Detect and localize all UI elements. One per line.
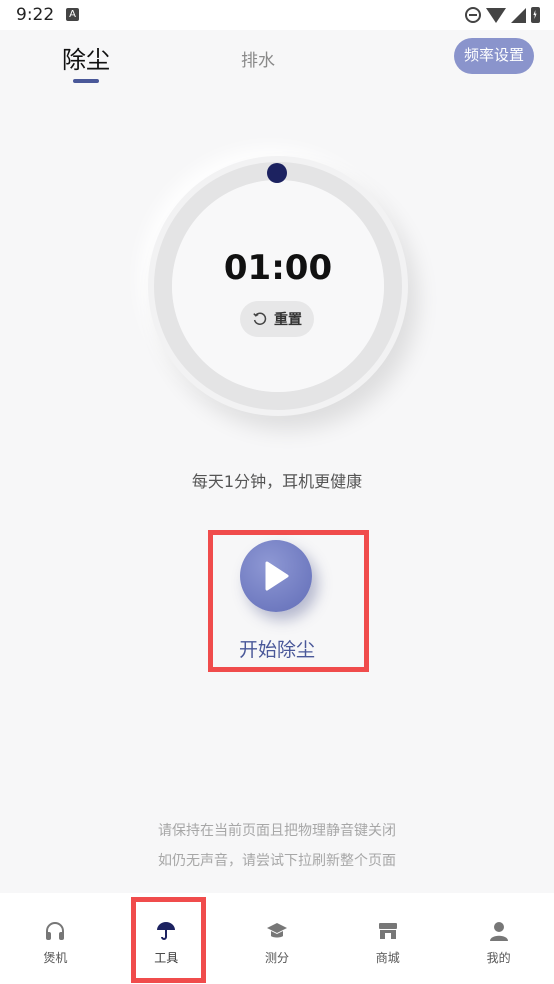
signal-icon — [511, 7, 526, 23]
nav-item-me[interactable]: 我的 — [443, 893, 554, 984]
nav-item-burn-in[interactable]: 煲机 — [0, 893, 111, 984]
hint-line-2: 如仍无声音，请尝试下拉刷新整个页面 — [158, 853, 396, 869]
status-icons — [465, 6, 540, 24]
status-time: 9:22 — [16, 5, 55, 25]
do-not-disturb-icon — [465, 7, 481, 23]
reset-icon — [252, 311, 268, 327]
nav-label-store: 商城 — [375, 951, 400, 965]
nav-label-burn-in: 煲机 — [43, 951, 68, 965]
play-icon — [265, 561, 289, 591]
status-bar: 9:22 A — [0, 0, 554, 30]
nav-item-score-test[interactable]: 测分 — [222, 893, 333, 984]
graduation-cap-icon — [265, 919, 289, 943]
person-icon — [487, 919, 511, 943]
wifi-icon — [486, 7, 506, 23]
reset-button[interactable]: 重置 — [240, 301, 314, 337]
start-play-button[interactable] — [240, 540, 312, 612]
nav-label-score-test: 测分 — [264, 951, 289, 965]
active-tab-indicator — [73, 79, 99, 83]
nav-item-store[interactable]: 商城 — [332, 893, 443, 984]
bottom-navigation: 煲机 工具 测分 商城 我的 — [0, 893, 554, 984]
highlight-box-tools — [131, 897, 206, 983]
tab-dust-removal[interactable]: 除尘 — [62, 40, 110, 75]
frequency-settings-button[interactable]: 频率设置 — [454, 38, 534, 74]
timer-dial-knob[interactable] — [267, 163, 287, 183]
notification-icon: A — [66, 8, 79, 21]
store-icon — [376, 919, 400, 943]
health-tip: 每天1分钟，耳机更健康 — [191, 472, 363, 491]
tab-drain-water[interactable]: 排水 — [241, 46, 275, 71]
headphones-icon — [43, 919, 67, 943]
hint-line-1: 请保持在当前页面且把物理静音键关闭 — [158, 823, 396, 839]
timer-display: 01:00 — [223, 248, 333, 288]
reset-label: 重置 — [274, 312, 302, 328]
start-dust-removal-label[interactable]: 开始除尘 — [0, 635, 554, 662]
battery-charging-icon — [531, 7, 540, 23]
nav-label-me: 我的 — [486, 951, 511, 965]
